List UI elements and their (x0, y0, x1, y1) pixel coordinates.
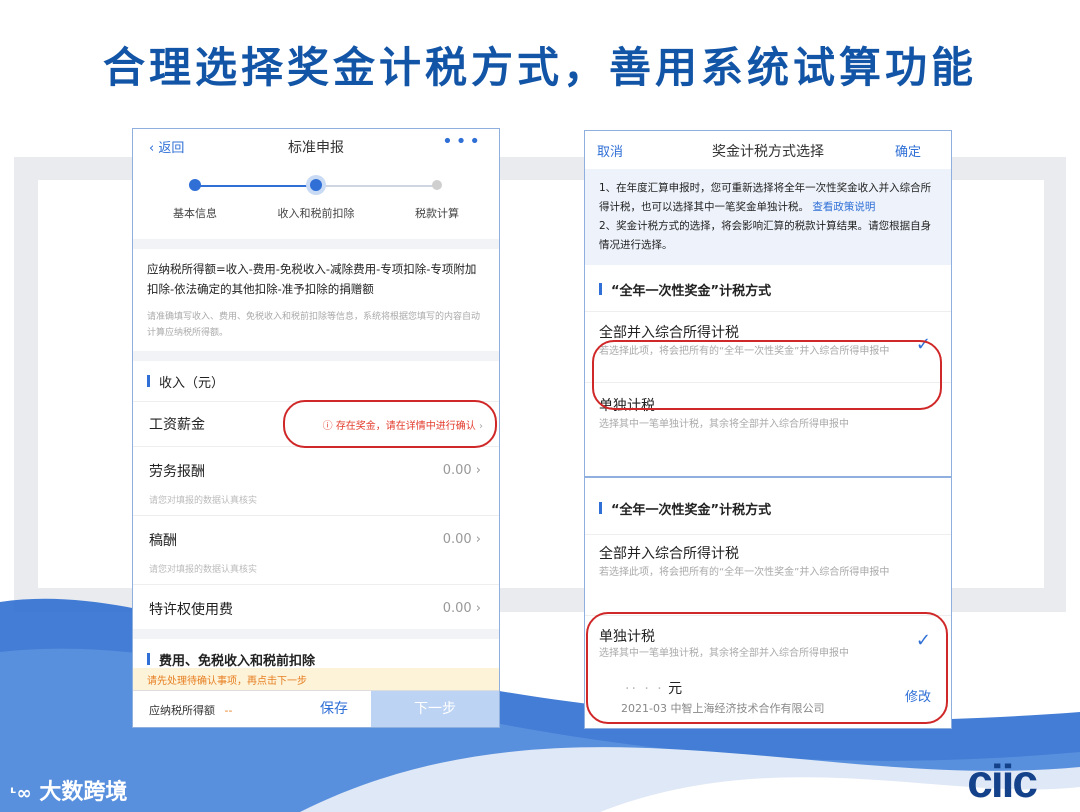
next-step-button[interactable]: 下一步 (371, 691, 499, 727)
ciic-logo: ciic (967, 755, 1038, 807)
formula-hint: 请准确填写收入、费用、免税收入和税前扣除等信息，系统将根据您填写的内容自动计算应… (147, 312, 481, 338)
bonus-section-header: “全年一次性奖金”计税方式 (585, 478, 951, 534)
policy-link[interactable]: 查看政策说明 (812, 201, 875, 213)
step-dot-1 (189, 179, 201, 191)
step-dot-2 (310, 179, 322, 191)
nav-bar: 取消 奖金计税方式选择 确定 (585, 131, 951, 169)
step-dot-3 (432, 180, 442, 190)
chevron-right-icon: › (475, 463, 481, 478)
highlight-option-all (592, 340, 942, 410)
step-label-tax-calc: 税款计算 (415, 207, 459, 220)
watermark-logo-icon: ᶫ∞ (10, 783, 32, 804)
bonus-section-header: “全年一次性奖金”计税方式 (585, 265, 951, 311)
taxable-income-summary: 应纳税所得额 -- (149, 704, 233, 717)
policy-info: 1、在年度汇算申报时，您可重新选择将全年一次性奖金收入并入综合所得计税，也可以选… (585, 169, 951, 265)
chevron-right-icon: › (475, 532, 481, 547)
chevron-right-icon: › (475, 601, 481, 616)
bottom-bar: 应纳税所得额 -- 保存 下一步 (133, 690, 499, 727)
bonus-tax-method-screen: 取消 奖金计税方式选择 确定 1、在年度汇算申报时，您可重新选择将全年一次性奖金… (584, 130, 952, 477)
row-franchise-fee[interactable]: 特许权使用费 0.00 › (133, 584, 499, 629)
income-section-header: 收入（元） (133, 361, 499, 401)
confirm-button[interactable]: 确定 (895, 141, 921, 160)
step-line-todo (317, 185, 437, 187)
progress-steps: 基本信息 收入和税前扣除 税款计算 (133, 129, 499, 239)
taxable-income-formula: 应纳税所得额=收入-费用-免税收入-减除费用-专项扣除-专项附加扣除-依法确定的… (147, 262, 477, 296)
row-labor-remuneration[interactable]: 劳务报酬 0.00 › 请您对填报的数据认真核实 (133, 446, 499, 515)
step-line-done (195, 185, 315, 187)
save-button[interactable]: 保存 (293, 691, 375, 727)
slide-title: 合理选择奖金计税方式，善用系统试算功能 (102, 43, 977, 92)
watermark: ᶫ∞ 大数跨境 (10, 780, 128, 805)
pending-tip: 请先处理待确认事项，再点击下一步 (133, 668, 499, 691)
step-label-income: 收入和税前扣除 (277, 207, 355, 220)
highlight-bonus-warning (283, 400, 497, 448)
highlight-separate-selected (586, 612, 948, 724)
step-label-basic-info: 基本信息 (173, 207, 217, 220)
row-royalties[interactable]: 稿酬 0.00 › 请您对填报的数据认真核实 (133, 515, 499, 584)
deduction-section-header: 费用、免税收入和税前扣除 (133, 639, 499, 669)
option-all-in-comprehensive[interactable]: 全部并入综合所得计税 若选择此项，将会把所有的“全年一次性奖金”并入综合所得申报… (585, 534, 951, 615)
